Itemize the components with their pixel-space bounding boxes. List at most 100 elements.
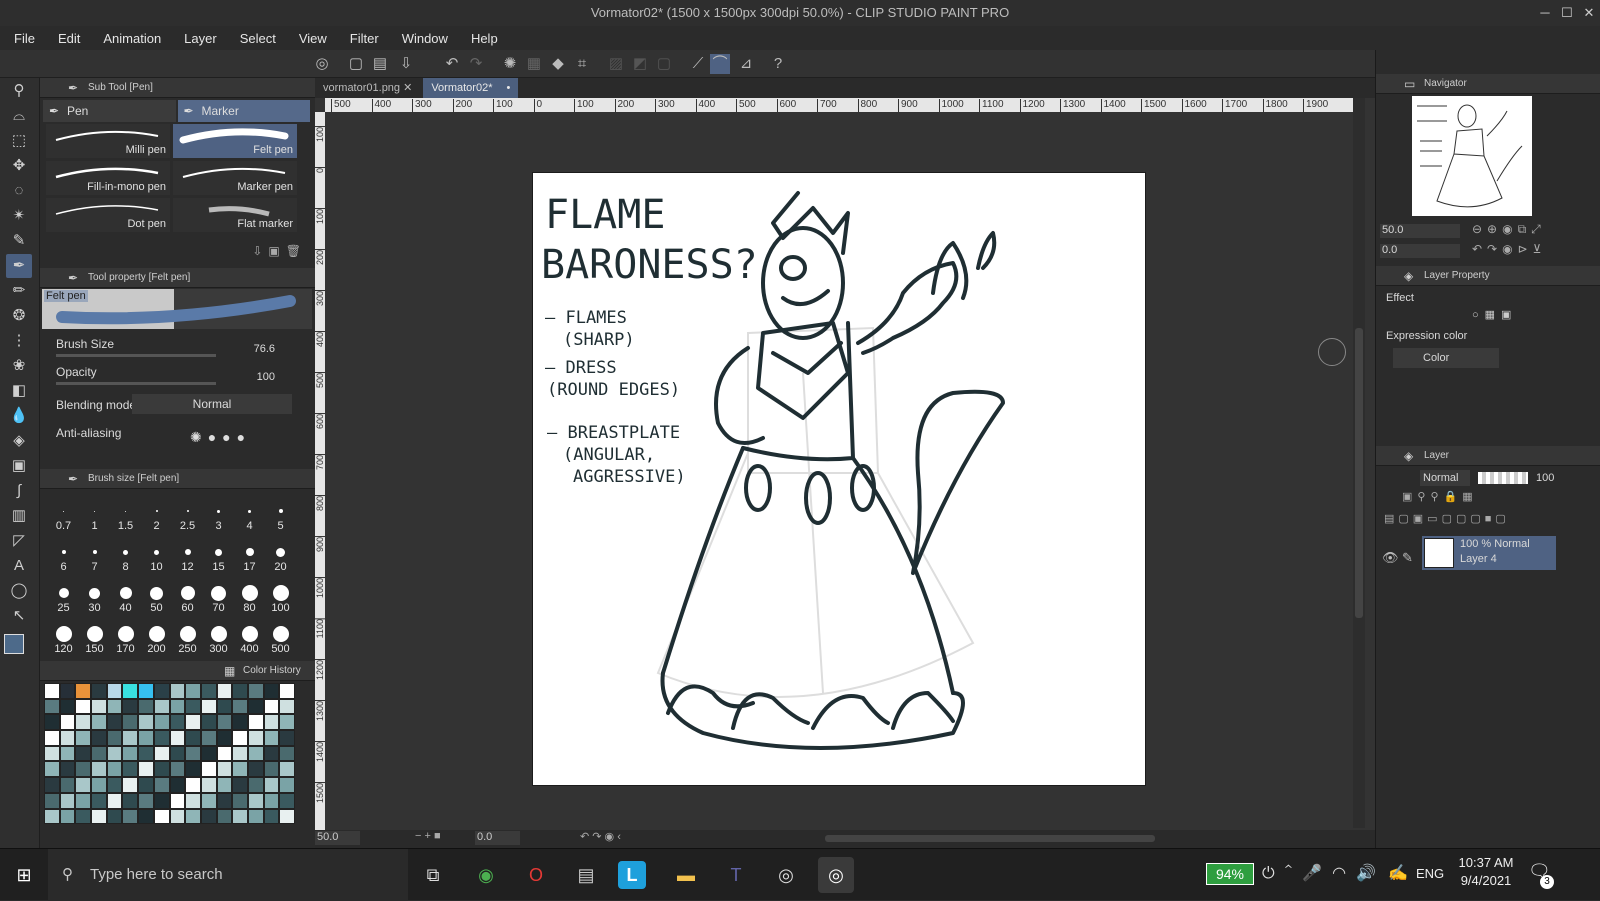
color-history-swatch[interactable] bbox=[185, 714, 201, 731]
text-icon[interactable]: A bbox=[6, 554, 32, 578]
figure-icon[interactable]: ∫ bbox=[6, 479, 32, 503]
language-indicator[interactable]: ENG bbox=[1416, 866, 1444, 881]
brush-size-option[interactable]: 1.5 bbox=[110, 493, 141, 534]
brush-size-option[interactable]: 6 bbox=[48, 534, 79, 575]
selection-icon[interactable]: ▨ bbox=[606, 54, 626, 74]
color-history-swatch[interactable] bbox=[247, 714, 264, 731]
minimize-icon[interactable]: ─ bbox=[1534, 0, 1556, 26]
color-history-swatch[interactable] bbox=[185, 745, 201, 762]
frame-icon[interactable]: ▥ bbox=[6, 504, 32, 528]
color-history-swatch[interactable] bbox=[75, 792, 92, 809]
color-history-swatch[interactable] bbox=[44, 792, 60, 809]
color-history-swatch[interactable] bbox=[75, 698, 92, 715]
color-history-swatch[interactable] bbox=[138, 698, 154, 715]
drawing-canvas[interactable]: FLAME BARONESS? — FLAMES (SHARP) — DRESS… bbox=[532, 172, 1146, 786]
scroll-thumb[interactable] bbox=[1355, 328, 1363, 618]
color-history-swatch[interactable] bbox=[44, 730, 60, 746]
undo-icon[interactable]: ↶ bbox=[442, 54, 462, 74]
special-ruler-icon[interactable]: ⌒ bbox=[710, 54, 730, 74]
color-history-swatch[interactable] bbox=[153, 761, 170, 778]
blend-select[interactable]: Normal bbox=[132, 394, 292, 414]
menu-edit[interactable]: Edit bbox=[44, 31, 89, 46]
color-history-swatch[interactable] bbox=[169, 730, 186, 746]
brush-dot-pen[interactable]: Dot pen bbox=[46, 198, 170, 232]
menu-view[interactable]: View bbox=[285, 31, 336, 46]
color-history-swatch[interactable] bbox=[263, 683, 280, 699]
color-history-swatch[interactable] bbox=[216, 730, 233, 746]
brush-fill-in-mono-pen[interactable]: Fill-in-mono pen bbox=[46, 161, 170, 195]
ruler-snap-icon[interactable]: ⟋ bbox=[688, 54, 708, 74]
color-history-swatch[interactable] bbox=[138, 808, 154, 825]
correct-line-icon[interactable]: ↖ bbox=[6, 604, 32, 628]
clock-date[interactable]: 9/4/2021 bbox=[1456, 873, 1516, 888]
color-history-swatch[interactable] bbox=[153, 698, 170, 715]
menu-layer[interactable]: Layer bbox=[170, 31, 226, 46]
brush-size-option[interactable]: 70 bbox=[203, 575, 234, 616]
close-icon[interactable]: ✕ bbox=[1578, 0, 1600, 26]
brush-size-option[interactable]: 2.5 bbox=[172, 493, 203, 534]
brush-size-option[interactable]: 150 bbox=[79, 616, 110, 657]
color-history-swatch[interactable] bbox=[122, 777, 139, 793]
color-history-swatch[interactable] bbox=[153, 730, 170, 746]
color-history-swatch[interactable] bbox=[138, 730, 154, 746]
color-history-swatch[interactable] bbox=[106, 792, 123, 809]
color-history-swatch[interactable] bbox=[75, 683, 92, 699]
brush-size-option[interactable]: 300 bbox=[203, 616, 234, 657]
clip-studio-paint-icon[interactable]: ◎ bbox=[818, 857, 854, 893]
color-history-swatch[interactable] bbox=[169, 714, 186, 731]
invert-icon[interactable]: ◩ bbox=[630, 54, 650, 74]
color-history-swatch[interactable] bbox=[138, 683, 154, 699]
color-history-swatch[interactable] bbox=[75, 730, 92, 746]
layer-item[interactable]: 100 % Normal Layer 4 bbox=[1422, 536, 1556, 570]
color-history-swatch[interactable] bbox=[91, 745, 107, 762]
balloon-icon[interactable]: ◯ bbox=[6, 579, 32, 603]
tray-icons[interactable]: ⏻⌃🎤◠🔊 bbox=[1262, 863, 1386, 883]
color-history-swatch[interactable] bbox=[279, 808, 295, 825]
color-history-swatch[interactable] bbox=[59, 745, 76, 762]
color-history-swatch[interactable] bbox=[279, 730, 295, 746]
brush-milli-pen[interactable]: Milli pen bbox=[46, 124, 170, 158]
color-history-swatch[interactable] bbox=[279, 714, 295, 731]
blend-icon[interactable]: 💧 bbox=[6, 404, 32, 428]
color-history-swatch[interactable] bbox=[59, 761, 76, 778]
navigator-angle[interactable]: 0.0 bbox=[1380, 244, 1460, 258]
zoom-tool-icon[interactable]: ⚲ bbox=[6, 79, 32, 103]
tab-marker[interactable]: ✒ Marker bbox=[177, 100, 310, 122]
menu-file[interactable]: File bbox=[0, 31, 44, 46]
clip-studio-icon[interactable]: ◎ bbox=[312, 54, 332, 74]
color-history-swatch[interactable] bbox=[232, 714, 248, 731]
transform-icon[interactable]: ◆ bbox=[548, 54, 568, 74]
operation-icon[interactable]: ⬚ bbox=[6, 129, 32, 153]
eyedropper-icon[interactable]: ✎ bbox=[6, 229, 32, 253]
task-view-icon[interactable]: ⧉ bbox=[415, 857, 451, 893]
airbrush-icon[interactable]: ⋮ bbox=[6, 329, 32, 353]
brush-size-option[interactable]: 30 bbox=[79, 575, 110, 616]
vertical-scrollbar[interactable] bbox=[1353, 98, 1365, 828]
color-history-swatch[interactable] bbox=[44, 698, 60, 715]
brush-size-option[interactable]: 17 bbox=[234, 534, 265, 575]
zoom-controls-icon[interactable]: − + ■ bbox=[415, 830, 441, 842]
color-history-swatch[interactable] bbox=[279, 792, 295, 809]
clock-time[interactable]: 10:37 AM bbox=[1456, 855, 1516, 870]
color-history-swatch[interactable] bbox=[169, 792, 186, 809]
brush-size-option[interactable]: 15 bbox=[203, 534, 234, 575]
clear-icon[interactable]: ✺ bbox=[500, 54, 520, 74]
move-icon[interactable]: ✥ bbox=[6, 154, 32, 178]
color-history-swatch[interactable] bbox=[232, 761, 248, 778]
color-history-swatch[interactable] bbox=[106, 761, 123, 778]
brush-size-option[interactable]: 8 bbox=[110, 534, 141, 575]
border-icon[interactable]: ▢ bbox=[654, 54, 674, 74]
color-history-swatch[interactable] bbox=[44, 777, 60, 793]
edit-pen-icon[interactable]: ✎ bbox=[1402, 550, 1413, 566]
crop-icon[interactable]: ⌗ bbox=[572, 54, 592, 74]
effect-icons[interactable]: ○▦▣ bbox=[1472, 308, 1517, 321]
brush-size-option[interactable]: 170 bbox=[110, 616, 141, 657]
opera-icon[interactable]: O bbox=[518, 857, 554, 893]
color-history-swatch[interactable] bbox=[263, 745, 280, 762]
color-history-swatch[interactable] bbox=[279, 761, 295, 778]
color-history-swatch[interactable] bbox=[247, 683, 264, 699]
brush-size-option[interactable]: 200 bbox=[141, 616, 172, 657]
eraser-icon[interactable]: ◧ bbox=[6, 379, 32, 403]
color-history-swatch[interactable] bbox=[216, 698, 233, 715]
color-history-swatch[interactable] bbox=[138, 714, 154, 731]
